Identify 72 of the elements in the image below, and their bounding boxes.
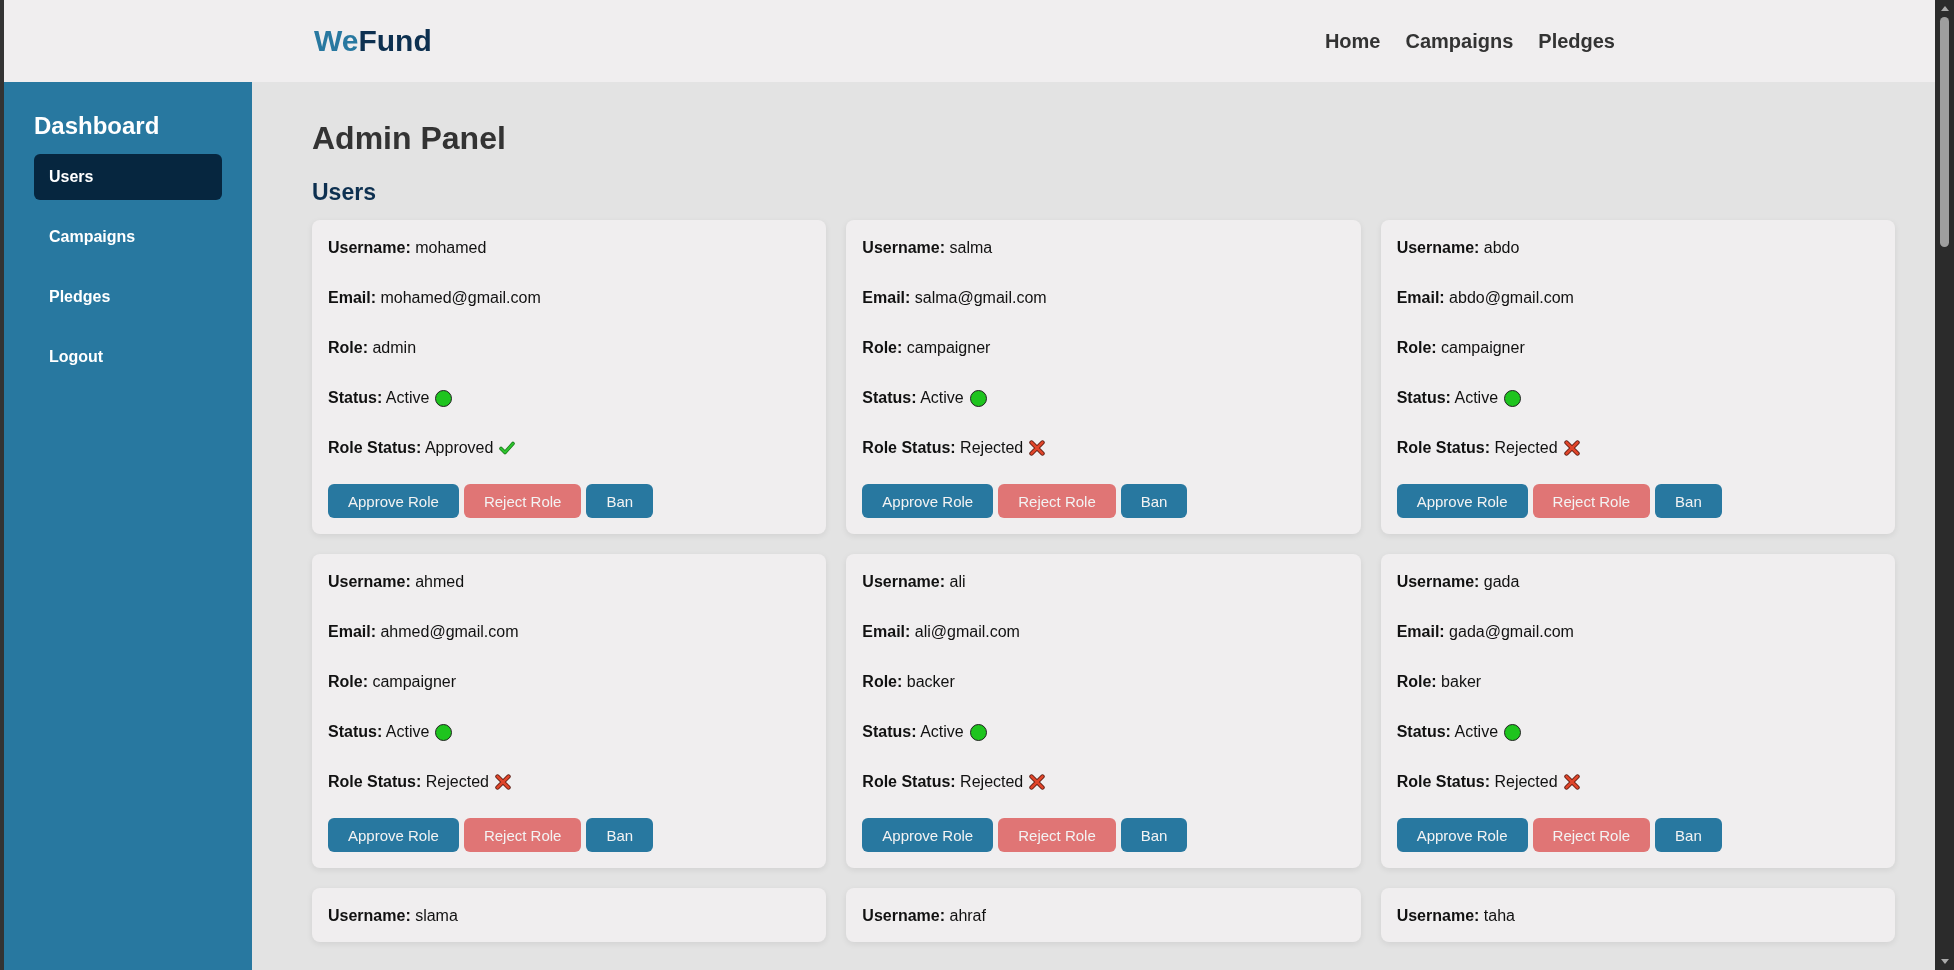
scroll-down-arrow[interactable] xyxy=(1940,959,1949,964)
cross-icon xyxy=(494,774,511,790)
ban-button[interactable]: Ban xyxy=(1655,818,1722,852)
field-text: Status: Active xyxy=(328,388,430,408)
field-text: Email: mohamed@gmail.com xyxy=(328,288,541,308)
sidebar-item[interactable]: Campaigns xyxy=(34,214,222,260)
field-text: Username: salma xyxy=(862,238,993,258)
field-text: Status: Active xyxy=(1396,388,1499,408)
logo[interactable]: WeFund xyxy=(314,24,432,58)
field-text: Status: Active xyxy=(328,722,430,742)
field-text: Email: gada@gmail.com xyxy=(1396,622,1574,642)
field-text: Username: slama xyxy=(328,906,458,926)
field-text: Email: abdo@gmail.com xyxy=(1396,288,1574,308)
approve-button[interactable]: Approve Role xyxy=(328,818,459,852)
page-title: Admin Panel xyxy=(312,120,507,157)
check-icon xyxy=(499,440,516,456)
field-text: Username: ahraf xyxy=(862,906,986,926)
field-text: Email: salma@gmail.com xyxy=(862,288,1047,308)
scroll-thumb[interactable] xyxy=(1940,17,1949,247)
scroll-up-arrow[interactable] xyxy=(1940,6,1949,11)
field-text: Username: gada xyxy=(1396,572,1520,592)
approve-button[interactable]: Approve Role xyxy=(862,818,994,852)
cross-icon xyxy=(1563,774,1580,790)
reject-button[interactable]: Reject Role xyxy=(998,818,1116,852)
field-text: Role Status: Rejected xyxy=(862,438,1024,458)
field-text: Username: mohamed xyxy=(328,238,487,258)
nav-link[interactable]: Home xyxy=(1324,29,1381,53)
field-text: Role Status: Approved xyxy=(328,438,494,458)
ban-button[interactable]: Ban xyxy=(586,818,654,852)
field-text: Username: ahmed xyxy=(328,572,465,592)
reject-button[interactable]: Reject Role xyxy=(463,484,582,518)
field-text: Username: ali xyxy=(862,572,966,592)
field-text: Role Status: Rejected xyxy=(862,772,1024,792)
scrollbar[interactable] xyxy=(1935,0,1954,970)
reject-button[interactable]: Reject Role xyxy=(1532,484,1651,518)
field-text: Username: abdo xyxy=(1396,238,1520,258)
approve-button[interactable]: Approve Role xyxy=(328,484,459,518)
section-title: Users xyxy=(312,179,377,206)
reject-button[interactable]: Reject Role xyxy=(1532,818,1651,852)
cross-icon xyxy=(1563,440,1580,456)
cross-icon xyxy=(1029,774,1046,790)
ban-button[interactable]: Ban xyxy=(1120,484,1188,518)
field-text: Role: backer xyxy=(862,672,955,692)
field-text: Role: admin xyxy=(328,338,417,358)
field-text: Role: baker xyxy=(1396,672,1482,692)
ban-button[interactable]: Ban xyxy=(1655,484,1722,518)
ban-button[interactable]: Ban xyxy=(586,484,654,518)
field-text: Role: campaigner xyxy=(1396,338,1525,358)
field-text: Email: ali@gmail.com xyxy=(862,622,1020,642)
field-text: Status: Active xyxy=(862,722,964,742)
field-text: Role: campaigner xyxy=(328,672,457,692)
approve-button[interactable]: Approve Role xyxy=(1396,818,1528,852)
cross-icon xyxy=(1029,440,1046,456)
field-text: Role Status: Rejected xyxy=(1396,772,1558,792)
nav-link[interactable]: Pledges xyxy=(1538,29,1615,53)
approve-button[interactable]: Approve Role xyxy=(1396,484,1528,518)
sidebar-item[interactable]: Pledges xyxy=(34,274,222,320)
field-text: Role: campaigner xyxy=(862,338,991,358)
nav-link[interactable]: Campaigns xyxy=(1405,29,1514,53)
ban-button[interactable]: Ban xyxy=(1120,818,1188,852)
field-text: Role Status: Rejected xyxy=(1396,438,1558,458)
field-text: Status: Active xyxy=(1396,722,1499,742)
field-text: Username: taha xyxy=(1396,906,1515,926)
sidebar-item[interactable]: Users xyxy=(34,154,222,200)
sidebar-title: Dashboard xyxy=(34,112,161,140)
field-text: Email: ahmed@gmail.com xyxy=(328,622,519,642)
reject-button[interactable]: Reject Role xyxy=(998,484,1116,518)
field-text: Status: Active xyxy=(862,388,964,408)
sidebar-item[interactable]: Logout xyxy=(34,334,222,380)
field-text: Role Status: Rejected xyxy=(328,772,489,792)
approve-button[interactable]: Approve Role xyxy=(862,484,994,518)
reject-button[interactable]: Reject Role xyxy=(463,818,582,852)
